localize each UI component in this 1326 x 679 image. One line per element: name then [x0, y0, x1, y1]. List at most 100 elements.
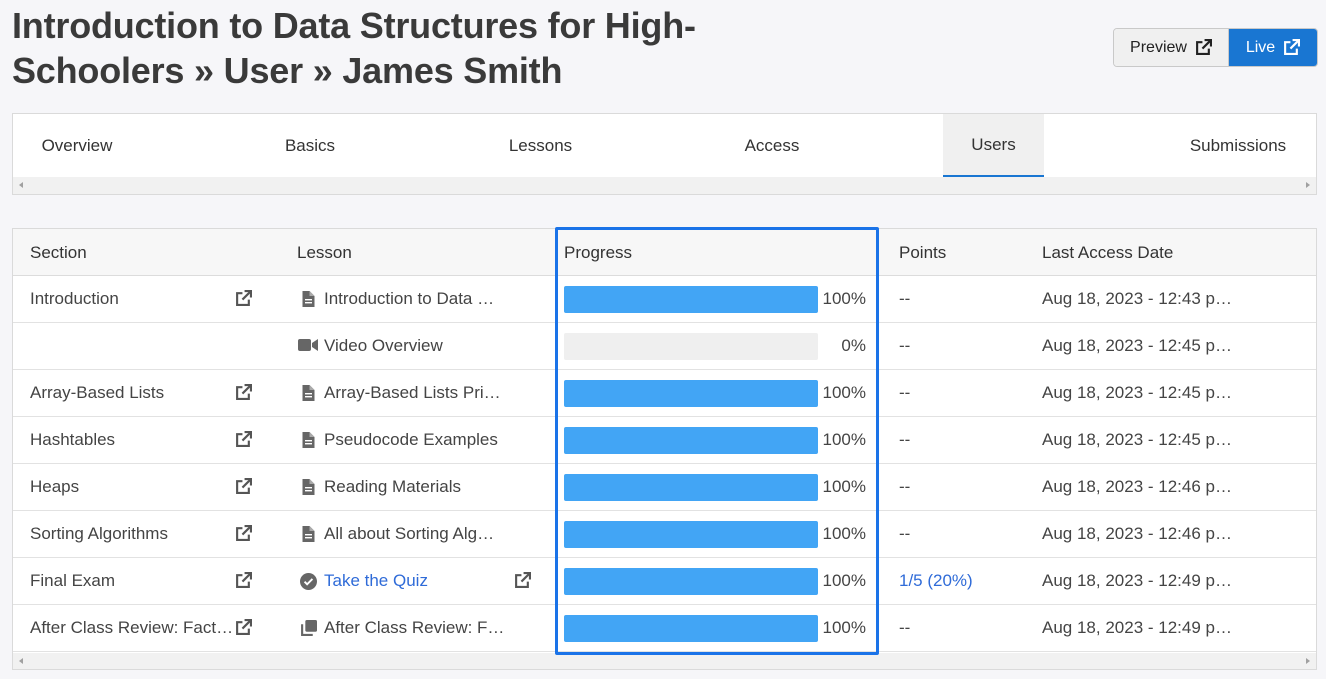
last-access-date: Aug 18, 2023 - 12:45 p…	[1042, 430, 1232, 449]
tab-label: Overview	[41, 136, 113, 155]
section-name: Final Exam	[30, 571, 116, 590]
progress-percent: 100%	[822, 289, 866, 308]
progress-bar	[564, 568, 818, 595]
document-icon	[298, 479, 318, 495]
document-icon	[298, 526, 318, 542]
video-icon	[298, 338, 318, 352]
tab-label: Lessons	[508, 136, 573, 155]
progress-fill	[564, 474, 818, 501]
tabs-scrollbar[interactable]	[13, 177, 1316, 194]
progress-bar	[564, 474, 818, 501]
lesson-name: Pseudocode Examples	[324, 430, 498, 449]
section-name: Heaps	[30, 477, 80, 496]
last-access-date: Aug 18, 2023 - 12:45 p…	[1042, 336, 1232, 355]
external-link-icon[interactable]	[235, 619, 252, 641]
view-buttons: Preview Live	[1113, 28, 1318, 67]
copy-icon	[298, 620, 318, 637]
progress-percent: 100%	[822, 618, 866, 637]
section-name: After Class Review: Fact…	[30, 618, 234, 637]
table-row: Sorting Algorithms All about Sorting Alg……	[13, 511, 1316, 558]
progress-bar	[564, 286, 818, 313]
tab-label: Basics	[284, 136, 336, 155]
column-header-last-access[interactable]: Last Access Date	[1042, 229, 1173, 276]
document-icon	[298, 385, 318, 401]
lesson-name: Video Overview	[324, 336, 443, 355]
scroll-left-icon[interactable]	[19, 182, 23, 188]
tab-label: Submissions	[1189, 136, 1287, 155]
points-value: --	[899, 336, 911, 355]
points-value: --	[899, 618, 911, 637]
lesson-name[interactable]: Take the Quiz	[324, 558, 428, 604]
external-link-icon[interactable]	[235, 431, 252, 453]
section-name: Array-Based Lists	[30, 383, 165, 402]
tab-submissions[interactable]: Submissions	[1173, 114, 1303, 178]
preview-button[interactable]: Preview	[1114, 29, 1229, 66]
last-access-date: Aug 18, 2023 - 12:49 p…	[1042, 618, 1232, 637]
tabs-card: Overview Basics Lessons Access Users Sub…	[12, 113, 1317, 195]
progress-fill	[564, 568, 818, 595]
table-row: Array-Based Lists Array-Based Lists Pri… 1…	[13, 370, 1316, 417]
table-row: Video Overview 0% -- Aug 18, 2023 - 12:45 p…	[13, 323, 1316, 370]
external-link-icon[interactable]	[235, 478, 252, 500]
tab-lessons[interactable]: Lessons	[473, 114, 608, 178]
lesson-name: Introduction to Data …	[324, 289, 495, 308]
scroll-left-icon[interactable]	[19, 658, 23, 664]
section-name: Sorting Algorithms	[30, 524, 168, 543]
table-row: Final Exam Take the Quiz 100% 1/5 (20%) Aug …	[13, 558, 1316, 605]
live-label: Live	[1245, 38, 1276, 56]
external-link-icon[interactable]	[235, 384, 252, 406]
scroll-right-icon[interactable]	[1306, 658, 1310, 664]
points-value: --	[899, 289, 911, 308]
table-header: Section Lesson Progress Points Last Acce…	[13, 229, 1316, 276]
tab-bar: Overview Basics Lessons Access Users Sub…	[13, 114, 1316, 178]
progress-fill	[564, 380, 818, 407]
tab-basics[interactable]: Basics	[245, 114, 375, 178]
progress-percent: 100%	[822, 477, 866, 496]
scroll-right-icon[interactable]	[1306, 182, 1310, 188]
table-scrollbar[interactable]	[13, 653, 1316, 669]
section-name: Introduction	[30, 289, 119, 308]
progress-fill	[564, 427, 818, 454]
table-row: Introduction Introduction to Data … 100% --…	[13, 276, 1316, 323]
external-link-icon	[1283, 39, 1301, 56]
column-header-points[interactable]: Points	[899, 229, 946, 276]
last-access-date: Aug 18, 2023 - 12:46 p…	[1042, 477, 1232, 496]
progress-bar	[564, 615, 818, 642]
column-header-progress[interactable]: Progress	[564, 229, 632, 276]
page-title: Introduction to Data Structures for High…	[12, 5, 696, 91]
lesson-name: After Class Review: F…	[324, 618, 505, 637]
lesson-name: Array-Based Lists Pri…	[324, 383, 501, 402]
progress-percent: 100%	[822, 524, 866, 543]
live-button[interactable]: Live	[1229, 29, 1317, 66]
last-access-date: Aug 18, 2023 - 12:43 p…	[1042, 289, 1232, 308]
progress-bar	[564, 427, 818, 454]
progress-bar	[564, 333, 818, 360]
tab-overview[interactable]: Overview	[13, 114, 141, 178]
progress-fill	[564, 615, 818, 642]
external-link-icon[interactable]	[235, 572, 252, 594]
progress-bar	[564, 380, 818, 407]
preview-label: Preview	[1130, 38, 1187, 56]
progress-fill	[564, 286, 818, 313]
lesson-name: All about Sorting Alg…	[324, 524, 495, 543]
column-header-lesson[interactable]: Lesson	[297, 229, 352, 276]
lesson-name: Reading Materials	[324, 477, 462, 496]
tab-access[interactable]: Access	[708, 114, 836, 178]
column-header-section[interactable]: Section	[30, 229, 87, 276]
points-value: --	[899, 477, 911, 496]
section-name: Hashtables	[30, 430, 116, 449]
external-link-icon[interactable]	[235, 290, 252, 312]
tab-label: Users	[971, 134, 1016, 154]
external-link-icon	[1195, 39, 1212, 56]
progress-table: Section Lesson Progress Points Last Acce…	[12, 228, 1317, 670]
table-row: Heaps Reading Materials 100% -- Aug 18, 2023…	[13, 464, 1316, 511]
points-value[interactable]: 1/5 (20%)	[899, 558, 973, 604]
points-value: --	[899, 430, 911, 449]
progress-bar	[564, 521, 818, 548]
progress-percent: 100%	[822, 571, 866, 590]
last-access-date: Aug 18, 2023 - 12:46 p…	[1042, 524, 1232, 543]
external-link-icon[interactable]	[235, 525, 252, 547]
external-link-icon[interactable]	[514, 572, 531, 594]
tab-users[interactable]: Users	[943, 114, 1044, 178]
points-value: --	[899, 383, 911, 402]
